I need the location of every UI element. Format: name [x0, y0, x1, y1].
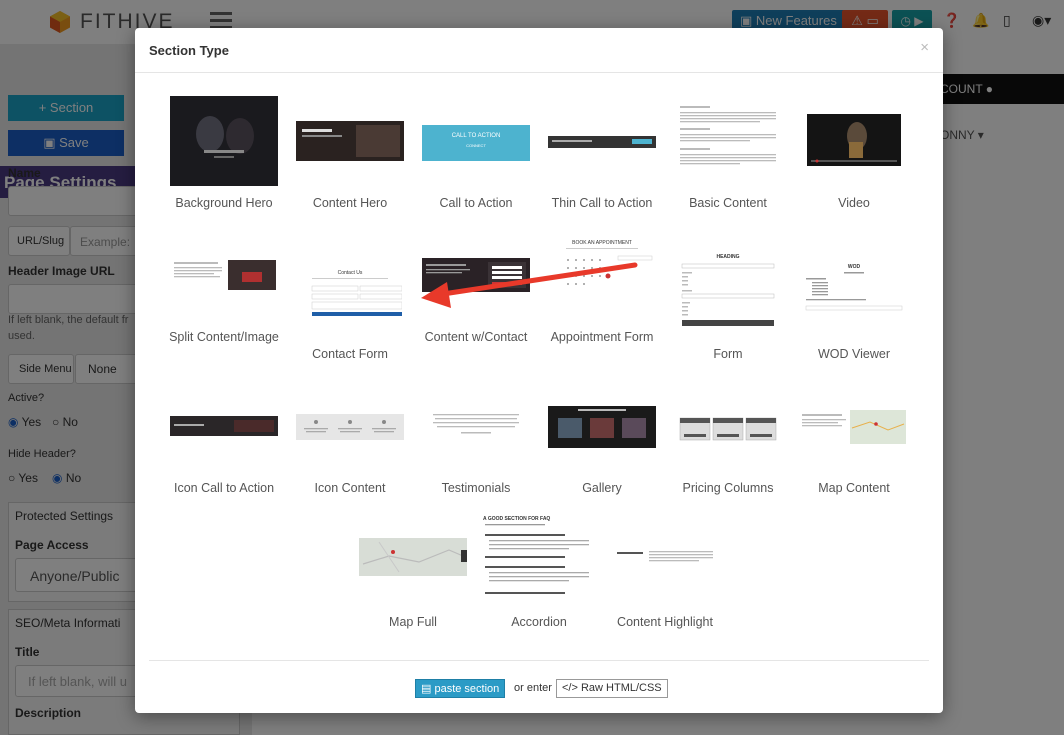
clipboard-icon: ▤	[421, 683, 432, 695]
paste-section-button[interactable]: ▤ paste section	[415, 679, 506, 698]
paste-section-label: paste section	[434, 683, 500, 695]
footer-divider	[149, 660, 929, 661]
raw-html-label: Raw HTML/CSS	[580, 682, 662, 694]
section-type-modal: Section Type × Background Hero Content H…	[135, 28, 943, 713]
annotation-arrow	[421, 262, 638, 308]
or-enter-text: or enter	[514, 682, 552, 694]
raw-html-button[interactable]: </> Raw HTML/CSS	[556, 679, 668, 698]
code-icon: </>	[562, 682, 578, 694]
